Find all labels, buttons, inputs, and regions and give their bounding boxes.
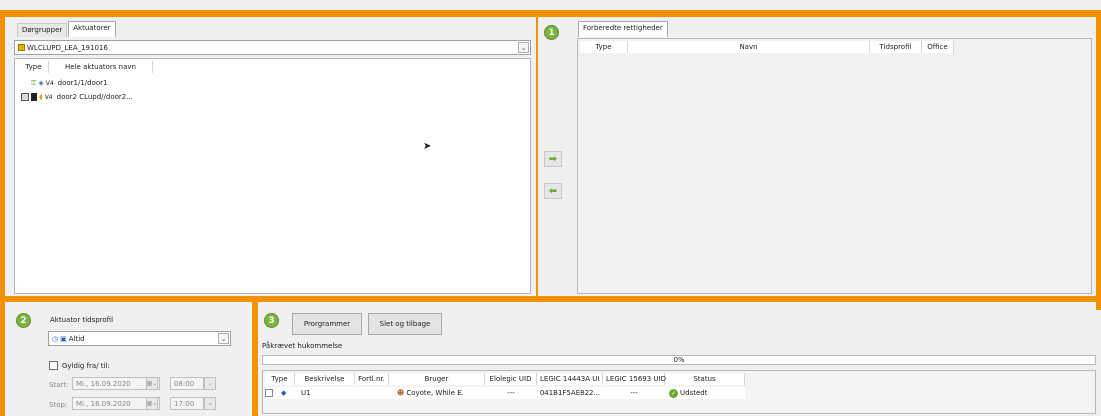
version-label: V4: [45, 79, 54, 87]
chevron-down-icon[interactable]: ⌄: [518, 42, 529, 53]
chevron-down-icon: ⌄: [207, 400, 213, 407]
orange-divider-bottom: [252, 296, 258, 416]
column-status[interactable]: Status: [665, 373, 745, 385]
step-1-badge: 1: [544, 25, 559, 40]
column-description[interactable]: Beskrivelse: [295, 373, 355, 385]
time-profile-value: Altid: [68, 334, 85, 343]
stop-label: Stop:: [49, 401, 68, 409]
column-type[interactable]: Type: [580, 41, 628, 53]
profile-label: Aktuator tidsprofil: [50, 316, 114, 324]
version-label: V4: [44, 93, 53, 101]
cylinder-icon: ⚿: [31, 78, 37, 87]
stop-time-picker[interactable]: ⌄: [204, 397, 216, 410]
orange-middle-border: [0, 296, 1101, 302]
arrow-left-icon: ⬅: [548, 185, 558, 197]
start-label: Start:: [49, 381, 69, 389]
step-3-badge: 3: [264, 313, 279, 328]
installation-dropdown[interactable]: WLCLUPD_LEA_191016 ⌄: [14, 40, 531, 55]
tab-actuators[interactable]: Aktuatorer: [68, 21, 116, 37]
step-2-badge: 2: [16, 313, 31, 328]
orange-top-border: [0, 10, 1101, 17]
column-type[interactable]: Type: [19, 61, 49, 73]
diamond-icon: ◈: [38, 79, 44, 87]
delete-and-back-button[interactable]: Slet og tilbage: [368, 313, 442, 335]
calendar-dropdown-icon: ▦⌄: [146, 380, 158, 387]
cell-legic-14443a: 041B1F5AE822...: [539, 389, 601, 397]
cell-legic-15693: ---: [630, 389, 638, 397]
left-tabs: Dørgrupper Aktuatorer: [17, 21, 117, 37]
calendar-icon: ▣: [60, 334, 67, 343]
calendar-dropdown-icon: ▦⌄: [146, 400, 158, 407]
column-time-profile[interactable]: Tidsprofil: [870, 41, 922, 53]
installation-dropdown-value: WLCLUPD_LEA_191016: [27, 43, 108, 52]
tab-prepared-rights[interactable]: Forberedte rettigheder: [578, 21, 668, 37]
list-item[interactable]: ◖ V4 door2 CLupd//door2...: [19, 91, 133, 103]
cell-description: U1: [301, 389, 311, 397]
checkbox-icon: [21, 93, 29, 101]
time-profile-dropdown[interactable]: ◷ ▣ Altid ⌄: [48, 331, 231, 346]
user-icon: ☻: [397, 389, 405, 397]
column-elolegic-uid[interactable]: Elolegic UID: [485, 373, 537, 385]
rights-list: Type Navn Tidsprofil Office: [577, 38, 1092, 294]
check-icon: ✓: [669, 388, 678, 398]
memory-progress-bar: 0%: [262, 355, 1096, 365]
start-time-picker[interactable]: ⌄: [204, 377, 216, 390]
table-row[interactable]: ◆ U1 ☻ Coyote, While E. --- 041B1F5AE822…: [265, 387, 745, 399]
column-name[interactable]: Navn: [628, 41, 870, 53]
media-list-header: Type Beskrivelse Fortl.nr. Bruger Eloleg…: [265, 373, 745, 385]
actuator-name: door2 CLupd//door2...: [56, 93, 133, 101]
installation-icon: [18, 44, 25, 51]
actuator-list-header: Type Hele aktuators navn: [19, 61, 153, 73]
valid-from-checkbox[interactable]: [49, 361, 58, 370]
memory-label: Påkrævet hukommelse: [262, 342, 343, 350]
tab-door-groups[interactable]: Dørgrupper: [17, 23, 68, 37]
valid-from-label: Gyldig fra/ til:: [62, 362, 110, 370]
cell-user: Coyote, While E.: [406, 389, 464, 397]
row-checkbox[interactable]: [265, 389, 273, 397]
list-item[interactable]: ⚿ ◈ V4 door1/1/door1: [19, 77, 108, 89]
actuator-list: Type Hele aktuators navn ⚿ ◈ V4 door1/1/…: [14, 58, 531, 294]
column-full-name[interactable]: Hele aktuators navn: [49, 61, 153, 73]
start-date-picker[interactable]: ▦⌄: [146, 377, 158, 390]
card-icon: ◆: [281, 389, 287, 397]
right-tabs: Forberedte rettigheder: [578, 21, 669, 37]
stop-time-field[interactable]: 17:00: [170, 397, 204, 410]
cell-status: Udstedt: [680, 389, 708, 397]
chevron-down-icon[interactable]: ⌄: [218, 333, 229, 344]
column-legic-14443a[interactable]: LEGIC 14443A UI: [537, 373, 603, 385]
progress-text: 0%: [673, 356, 685, 364]
chevron-down-icon: ⌄: [207, 380, 213, 387]
clock-icon: ◷: [52, 334, 59, 343]
media-list: Type Beskrivelse Fortl.nr. Bruger Eloleg…: [262, 370, 1096, 414]
start-time-field[interactable]: 08:00: [170, 377, 204, 390]
cell-elolegic-uid: ---: [507, 389, 515, 397]
orange-right-border: [1096, 10, 1101, 310]
actuator-name: door1/1/door1: [57, 79, 108, 87]
column-office[interactable]: Office: [922, 41, 954, 53]
orange-divider-left: [536, 10, 538, 300]
move-right-button[interactable]: ➡: [544, 151, 562, 167]
column-user[interactable]: Bruger: [389, 373, 485, 385]
column-serial[interactable]: Fortl.nr.: [355, 373, 389, 385]
orange-left-border: [0, 10, 5, 416]
lock-icon: ◖: [39, 93, 43, 101]
move-left-button[interactable]: ⬅: [544, 183, 562, 199]
rights-list-header: Type Navn Tidsprofil Office: [580, 41, 954, 53]
column-legic-15693[interactable]: LEGIC 15693 UID: [603, 373, 666, 385]
stop-date-picker[interactable]: ▦⌄: [146, 397, 158, 410]
program-button[interactable]: Prorgrammer: [292, 313, 362, 335]
reader-icon: [31, 93, 37, 101]
column-type[interactable]: Type: [265, 373, 295, 385]
cursor-icon: ➤: [423, 141, 432, 152]
arrow-right-icon: ➡: [548, 153, 558, 165]
